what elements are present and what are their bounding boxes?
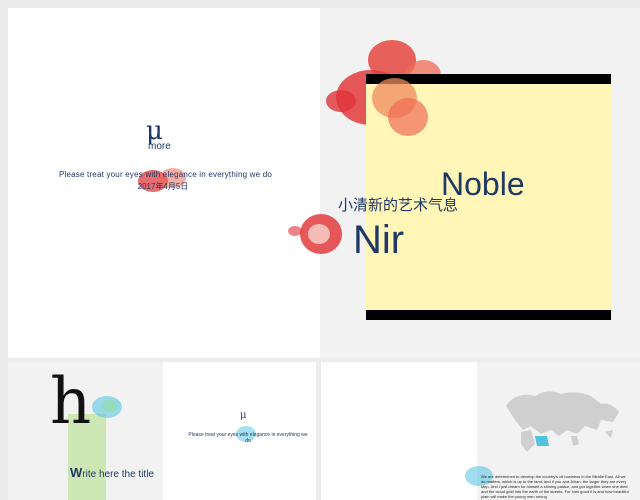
world-map-icon (506, 391, 619, 452)
thumb1-title-rest: rite here the title (82, 469, 154, 480)
subtitle-chinese: 小清新的艺术气息 (338, 196, 459, 214)
title-nir: Nir (353, 218, 405, 262)
thumb1-logo-mark: μ (240, 410, 247, 421)
cyan-watercolor-splash (88, 392, 128, 422)
slide-thumbnail-2[interactable]: We are determined to develop the country… (321, 362, 640, 500)
thumb2-body-text: We are determined to develop the country… (481, 474, 629, 499)
red-watercolor-splash-small (130, 160, 200, 200)
date-text: 2017年4月5日 (137, 182, 189, 191)
thumb1-title-prefix: W (70, 465, 83, 480)
slide-thumbnail-1[interactable]: h Write here the title μ Please treat yo… (8, 362, 316, 500)
thumb1-big-letter: h (50, 365, 92, 439)
logo: μ more (146, 118, 186, 152)
logo-text: more (148, 141, 171, 152)
thumb1-title: Write here the title (70, 465, 154, 480)
tagline-text: Please treat your eyes with elegance in … (58, 170, 273, 179)
thumb1-tagline: Please treat your eyes with elegance in … (188, 432, 308, 444)
red-watercolor-splash-bottom (288, 206, 358, 266)
red-watercolor-splash-card (364, 68, 444, 143)
bottom-black-bar (366, 310, 611, 320)
main-slide-canvas[interactable]: μ more Please treat your eyes with elega… (8, 8, 640, 358)
